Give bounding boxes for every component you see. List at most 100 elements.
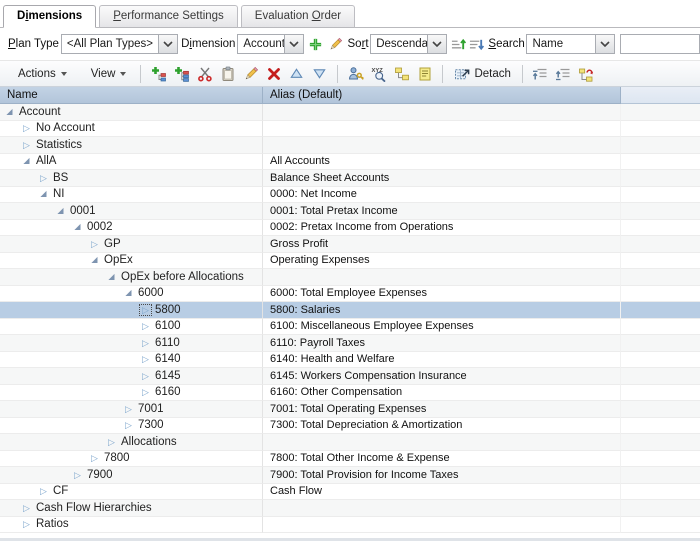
expand-arrow[interactable]: ◢ bbox=[123, 288, 134, 298]
tree-cell-name: ◢ 0002 bbox=[0, 220, 263, 237]
member-alias: Balance Sheet Accounts bbox=[263, 170, 621, 187]
tree-row[interactable]: ▷ Cash Flow Hierarchies bbox=[0, 500, 700, 517]
tree-row[interactable]: ◢ 0001 0001: Total Pretax Income bbox=[0, 203, 700, 220]
collapse-below-button[interactable] bbox=[529, 63, 552, 84]
tree-row[interactable]: ▷ BS Balance Sheet Accounts bbox=[0, 170, 700, 187]
tree-row[interactable]: ▷ 7001 7001: Total Operating Expenses bbox=[0, 401, 700, 418]
view-in-hierarchy-button[interactable] bbox=[390, 63, 413, 84]
tree-row[interactable]: ▷ 6100 6100: Miscellaneous Employee Expe… bbox=[0, 319, 700, 336]
chevron-down-icon[interactable] bbox=[158, 34, 178, 54]
expand-arrow[interactable]: ▷ bbox=[21, 140, 32, 150]
edit-dimension-button[interactable] bbox=[326, 35, 344, 53]
move-up-button[interactable] bbox=[285, 63, 308, 84]
expand-arrow[interactable]: ▷ bbox=[140, 305, 151, 315]
chevron-down-icon[interactable] bbox=[595, 34, 615, 54]
expand-arrow[interactable]: ▷ bbox=[89, 239, 100, 249]
search-by-select[interactable]: Name bbox=[526, 34, 615, 54]
expand-below-button[interactable] bbox=[552, 63, 575, 84]
assign-access-button[interactable] bbox=[344, 63, 367, 84]
expand-arrow[interactable]: ◢ bbox=[72, 222, 83, 232]
actions-menu-button[interactable]: Actions bbox=[10, 65, 75, 83]
sort-descending-button[interactable] bbox=[468, 35, 486, 53]
expand-arrow[interactable]: ▷ bbox=[123, 404, 134, 414]
expand-arrow[interactable]: ◢ bbox=[106, 272, 117, 282]
tree-row[interactable]: ▷ 7800 7800: Total Other Income & Expens… bbox=[0, 451, 700, 468]
expand-arrow[interactable]: ▷ bbox=[21, 123, 32, 133]
expand-arrow[interactable]: ▷ bbox=[89, 453, 100, 463]
tree-row[interactable]: ▷ Ratios bbox=[0, 517, 700, 534]
expand-arrow[interactable]: ▷ bbox=[21, 519, 32, 529]
tree-row[interactable]: ◢ 0002 0002: Pretax Income from Operatio… bbox=[0, 220, 700, 237]
row-stub bbox=[621, 451, 700, 468]
expand-arrow[interactable]: ▷ bbox=[123, 420, 134, 430]
expand-arrow[interactable]: ◢ bbox=[21, 156, 32, 166]
plan-type-select[interactable]: <All Plan Types> bbox=[61, 34, 178, 54]
expand-arrow[interactable]: ▷ bbox=[21, 503, 32, 513]
add-dimension-button[interactable] bbox=[307, 35, 325, 53]
sort-select[interactable]: Descendants bbox=[370, 34, 447, 54]
tree-row[interactable]: ▷ 6145 6145: Workers Compensation Insura… bbox=[0, 368, 700, 385]
tab-evaluation-order[interactable]: Evaluation Order bbox=[241, 5, 355, 28]
row-stub bbox=[621, 170, 700, 187]
view-menu-button[interactable]: View bbox=[83, 65, 135, 83]
expand-arrow[interactable]: ▷ bbox=[140, 321, 151, 331]
expand-arrow[interactable]: ▷ bbox=[140, 354, 151, 364]
tree-row[interactable]: ◢ Account bbox=[0, 104, 700, 121]
tree-row[interactable]: ▷ 5800 5800: Salaries bbox=[0, 302, 700, 319]
search-input[interactable] bbox=[620, 34, 700, 54]
expand-arrow[interactable]: ◢ bbox=[38, 189, 49, 199]
paste-button[interactable] bbox=[216, 63, 239, 84]
chevron-down-icon[interactable] bbox=[284, 34, 304, 54]
tree-row[interactable]: ▷ CF Cash Flow bbox=[0, 484, 700, 501]
delete-button[interactable] bbox=[262, 63, 285, 84]
expand-arrow[interactable]: ◢ bbox=[4, 107, 15, 117]
column-header-alias[interactable]: Alias (Default) bbox=[263, 87, 621, 104]
tree-row[interactable]: ▷ GP Gross Profit bbox=[0, 236, 700, 253]
add-child-button[interactable] bbox=[147, 63, 170, 84]
plan-type-value: <All Plan Types> bbox=[61, 34, 159, 54]
expand-arrow[interactable]: ▷ bbox=[140, 387, 151, 397]
expand-arrow[interactable]: ▷ bbox=[140, 338, 151, 348]
dimension-select[interactable]: Account bbox=[237, 34, 304, 54]
expand-arrow[interactable]: ▷ bbox=[38, 173, 49, 183]
clipboard-icon bbox=[220, 66, 236, 82]
tree-row[interactable]: ▷ No Account bbox=[0, 121, 700, 138]
move-down-button[interactable] bbox=[308, 63, 331, 84]
tree-row[interactable]: ▷ Allocations bbox=[0, 434, 700, 451]
tab-performance-settings[interactable]: Performance Settings bbox=[99, 5, 238, 28]
tree-row[interactable]: ▷ 6160 6160: Other Compensation bbox=[0, 385, 700, 402]
show-usage-button[interactable]: XYZ bbox=[367, 63, 390, 84]
show-ancestors-button[interactable] bbox=[575, 63, 598, 84]
sort-ascending-button[interactable] bbox=[449, 35, 467, 53]
tab-dimensions[interactable]: Dimensions bbox=[3, 5, 96, 28]
add-sibling-button[interactable] bbox=[170, 63, 193, 84]
tree-row[interactable]: ▷ Statistics bbox=[0, 137, 700, 154]
tree-row[interactable]: ◢ AllA All Accounts bbox=[0, 154, 700, 171]
chevron-down-icon[interactable] bbox=[427, 34, 447, 54]
detach-button[interactable]: Detach bbox=[449, 63, 515, 84]
tree-row[interactable]: ▷ 7300 7300: Total Depreciation & Amorti… bbox=[0, 418, 700, 435]
expand-arrow[interactable]: ◢ bbox=[55, 206, 66, 216]
member-name: Allocations bbox=[121, 436, 177, 448]
expand-arrow[interactable]: ▷ bbox=[72, 470, 83, 480]
tree-row[interactable]: ▷ 6140 6140: Health and Welfare bbox=[0, 352, 700, 369]
expand-arrow[interactable]: ▷ bbox=[38, 486, 49, 496]
expand-arrow[interactable]: ▷ bbox=[106, 437, 117, 447]
tree-cell-name: ▷ 6160 bbox=[0, 385, 263, 402]
tree-row[interactable]: ▷ 6110 6110: Payroll Taxes bbox=[0, 335, 700, 352]
tree-row[interactable]: ◢ NI 0000: Net Income bbox=[0, 187, 700, 204]
cut-button[interactable] bbox=[193, 63, 216, 84]
column-header-name[interactable]: Name bbox=[0, 87, 263, 104]
tree-row[interactable]: ◢ OpEx before Allocations bbox=[0, 269, 700, 286]
member-alias: Cash Flow bbox=[263, 484, 621, 501]
tree-row[interactable]: ▷ 7900 7900: Total Provision for Income … bbox=[0, 467, 700, 484]
triangle-down-icon bbox=[312, 66, 327, 81]
hierarchy-arrow-icon bbox=[578, 66, 594, 82]
member-properties-button[interactable] bbox=[413, 63, 436, 84]
tree-row[interactable]: ◢ 6000 6000: Total Employee Expenses bbox=[0, 286, 700, 303]
tree-row[interactable]: ◢ OpEx Operating Expenses bbox=[0, 253, 700, 270]
edit-member-button[interactable] bbox=[239, 63, 262, 84]
expand-arrow[interactable]: ◢ bbox=[89, 255, 100, 265]
expand-arrow[interactable]: ▷ bbox=[140, 371, 151, 381]
member-alias: 6110: Payroll Taxes bbox=[263, 335, 621, 352]
